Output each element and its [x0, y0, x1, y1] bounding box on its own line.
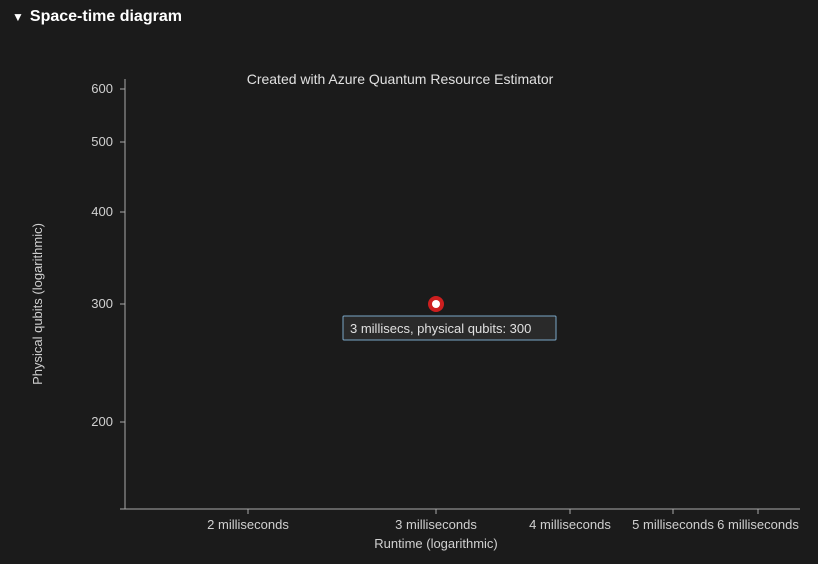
- y-tick-label: 500: [91, 134, 113, 149]
- y-tick-label: 400: [91, 204, 113, 219]
- space-time-chart[interactable]: Created with Azure Quantum Resource Esti…: [0, 34, 818, 554]
- data-point[interactable]: [428, 296, 444, 312]
- x-tick-label: 5 milliseconds: [632, 517, 714, 532]
- y-tick-label: 600: [91, 81, 113, 96]
- x-axis-title: Runtime (logarithmic): [374, 536, 498, 551]
- y-ticks: 200 300 400 500 600: [91, 81, 125, 509]
- chart-title: Created with Azure Quantum Resource Esti…: [247, 71, 554, 87]
- y-axis-title: Physical qubits (logarithmic): [30, 223, 45, 385]
- y-tick-label: 300: [91, 296, 113, 311]
- x-tick-label: 2 milliseconds: [207, 517, 289, 532]
- chart-svg: Created with Azure Quantum Resource Esti…: [0, 34, 818, 564]
- panel-header[interactable]: ▼ Space-time diagram: [0, 0, 818, 34]
- x-tick-label: 6 milliseconds: [717, 517, 799, 532]
- tooltip: 3 millisecs, physical qubits: 300: [343, 316, 556, 340]
- x-tick-label: 4 milliseconds: [529, 517, 611, 532]
- chevron-down-icon: ▼: [12, 10, 24, 24]
- x-ticks: 2 milliseconds 3 milliseconds 4 millisec…: [207, 509, 799, 532]
- panel-title: Space-time diagram: [30, 8, 182, 26]
- y-tick-label: 200: [91, 414, 113, 429]
- x-tick-label: 3 milliseconds: [395, 517, 477, 532]
- tooltip-text: 3 millisecs, physical qubits: 300: [350, 321, 531, 336]
